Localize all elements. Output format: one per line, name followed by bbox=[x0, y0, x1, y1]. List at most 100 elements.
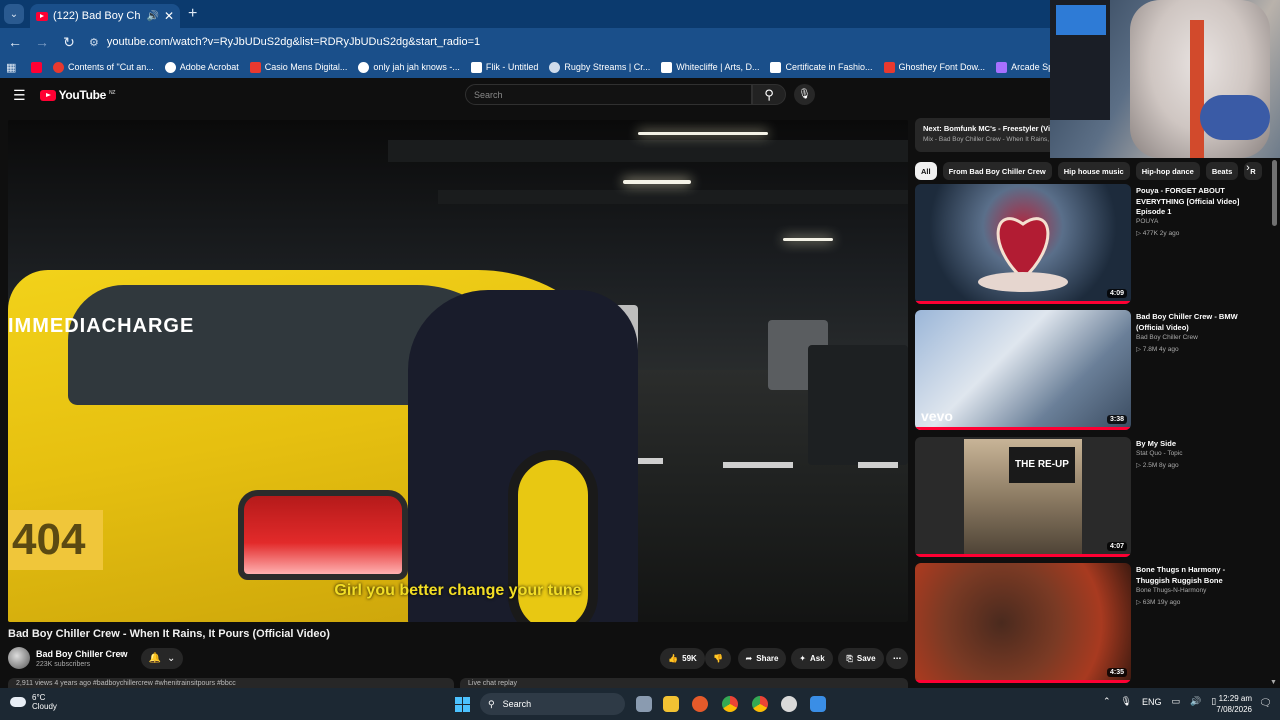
close-tab-icon[interactable]: ✕ bbox=[164, 9, 174, 23]
address-bar[interactable]: ⚙ youtube.com/watch?v=RyJbUDuS2dg&list=R… bbox=[89, 31, 1049, 53]
sidebar-scrollbar[interactable] bbox=[1272, 160, 1277, 226]
channel-row: Bad Boy Chiller Crew ✔ 223K subscribers … bbox=[8, 647, 908, 671]
bookmark-6[interactable]: Rugby Streams | Cr... bbox=[549, 61, 650, 73]
site-info-icon[interactable]: ⚙ bbox=[89, 36, 99, 49]
notification-bell-button[interactable]: 🔔 ⌄ bbox=[141, 648, 183, 669]
verified-icon: ✔ bbox=[119, 651, 125, 658]
recommendation-item[interactable]: 4:35 Bone Thugs n Harmony - Thuggish Rug… bbox=[915, 563, 1260, 683]
bookmark-9[interactable]: Ghosthey Font Dow... bbox=[883, 61, 985, 73]
brave-browser-icon[interactable] bbox=[692, 696, 708, 712]
duration-badge: 4:09 bbox=[1106, 289, 1127, 298]
chrome-profile-icon[interactable] bbox=[752, 696, 768, 712]
weather-widget[interactable]: 6°C Cloudy bbox=[10, 693, 57, 711]
youtube-header: ☰ YouTube NZ Search ⚲ 🎙 bbox=[0, 80, 1050, 110]
ceiling-light bbox=[638, 132, 768, 135]
chip-hip-house[interactable]: Hip house music bbox=[1057, 162, 1130, 180]
bookmark-8[interactable]: Certificate in Fashio... bbox=[770, 61, 873, 73]
search-input[interactable]: Search bbox=[465, 84, 752, 105]
task-view-icon[interactable] bbox=[636, 696, 652, 712]
dislike-button[interactable]: 👎 bbox=[705, 648, 731, 669]
recommendation-item[interactable]: 4:09 Pouya - FORGET ABOUT EVERYTHING [Of… bbox=[915, 184, 1260, 304]
recommendation-title: Bone Thugs n Harmony - Thuggish Ruggish … bbox=[1136, 565, 1226, 585]
chat-replay-box[interactable]: Live chat replay bbox=[460, 678, 908, 688]
video-thumbnail[interactable]: vevo 3:38 bbox=[915, 310, 1131, 430]
bell-icon: 🔔 bbox=[148, 653, 162, 664]
watch-progress bbox=[915, 427, 1131, 430]
chip-beats[interactable]: Beats bbox=[1205, 162, 1239, 180]
vevo-logo: vevo bbox=[921, 408, 953, 424]
bookmark-3[interactable]: Casio Mens Digital... bbox=[249, 61, 347, 73]
video-thumbnail[interactable]: THE RE-UP 4:07 bbox=[915, 437, 1131, 557]
chip-from-channel[interactable]: From Bad Boy Chiller Crew bbox=[942, 162, 1052, 180]
save-button[interactable]: ⎘ Save bbox=[838, 648, 884, 669]
recommendation-channel: POUYA bbox=[1136, 218, 1159, 225]
more-actions-button[interactable]: ⋯ bbox=[886, 648, 908, 669]
bookmark-2[interactable]: Adobe Acrobat bbox=[164, 61, 239, 73]
voice-search-button[interactable]: 🎙 bbox=[794, 84, 815, 105]
speaker-icon[interactable]: 🔊 bbox=[146, 11, 158, 22]
recommendation-item[interactable]: THE RE-UP 4:07 By My Side Stat Quo - Top… bbox=[915, 437, 1260, 557]
chip-all[interactable]: All bbox=[915, 162, 937, 180]
active-tab[interactable]: (122) Bad Boy Chiller Crew 🔊 ✕ bbox=[30, 4, 180, 28]
recommendation-meta: ▷ 2.5M 8y ago bbox=[1136, 462, 1179, 469]
ceiling-beam bbox=[388, 140, 908, 162]
menu-icon[interactable]: ☰ bbox=[13, 87, 26, 104]
ceiling-beam bbox=[438, 190, 908, 204]
system-tray: ⌃ 🎙 ENG ▭ 🔊 ▯ bbox=[1103, 696, 1216, 707]
share-icon: ➦ bbox=[745, 654, 753, 663]
video-thumbnail[interactable]: 4:09 bbox=[915, 184, 1131, 304]
webcam-screen bbox=[1056, 5, 1106, 35]
recommendation-channel: Stat Quo - Topic bbox=[1136, 450, 1183, 457]
clock-date: 7/08/2026 bbox=[1216, 705, 1252, 714]
back-icon[interactable]: ← bbox=[3, 34, 27, 50]
steam-icon[interactable] bbox=[781, 696, 797, 712]
chrome-icon[interactable] bbox=[722, 696, 738, 712]
bookmark-1[interactable]: Contents of "Cut an... bbox=[53, 61, 154, 73]
search-icon: ⚲ bbox=[764, 86, 774, 102]
new-tab-button[interactable]: + bbox=[188, 5, 197, 23]
ask-button[interactable]: ✦ Ask bbox=[791, 648, 833, 669]
chevron-up-icon[interactable]: ⌃ bbox=[1103, 696, 1111, 707]
bookmark-7[interactable]: Whitecliffe | Arts, D... bbox=[661, 61, 759, 73]
video-player[interactable]: 404 IMMEDIACHARGE Girl you better change… bbox=[8, 120, 908, 622]
description-box[interactable]: 2,911 views 4 years ago #badboychillercr… bbox=[8, 678, 454, 688]
channel-name[interactable]: Bad Boy Chiller Crew bbox=[36, 649, 128, 659]
bookmark-5[interactable]: Flik - Untitled bbox=[470, 61, 538, 73]
share-button[interactable]: ➦ Share bbox=[738, 648, 786, 669]
tab-search-button[interactable]: ⌄ bbox=[4, 4, 24, 24]
weather-description: Cloudy bbox=[32, 702, 57, 711]
volume-icon[interactable]: 🔊 bbox=[1190, 696, 1201, 707]
recommendation-meta: ▷ 63M 19y ago bbox=[1136, 599, 1181, 606]
channel-avatar[interactable] bbox=[8, 647, 30, 669]
windows-start-icon[interactable] bbox=[455, 697, 470, 712]
bookmark-label: only jah jah knows -... bbox=[373, 62, 460, 72]
video-thumbnail[interactable]: 4:35 bbox=[915, 563, 1131, 683]
network-icon[interactable]: ▭ bbox=[1172, 696, 1181, 707]
notifications-icon[interactable]: 🗨 bbox=[1259, 698, 1272, 709]
file-explorer-icon[interactable] bbox=[663, 696, 679, 712]
taskbar-search[interactable]: ⚲ Search bbox=[480, 693, 625, 715]
recommendation-item[interactable]: vevo 3:38 Bad Boy Chiller Crew - BMW (Of… bbox=[915, 310, 1260, 430]
bookmark-youtube[interactable] bbox=[31, 61, 42, 73]
language-indicator[interactable]: ENG bbox=[1142, 697, 1162, 707]
clock[interactable]: 12:29 am 7/08/2026 bbox=[1212, 693, 1252, 715]
duration-badge: 4:35 bbox=[1106, 668, 1127, 677]
recommendation-channel: Bad Boy Chiller Crew bbox=[1136, 334, 1198, 341]
chevron-right-icon[interactable]: › bbox=[1238, 162, 1258, 180]
next-in-mix-card[interactable]: Next: Bomfunk MC's - Freestyler (Video) … bbox=[915, 118, 1055, 152]
bookmark-4[interactable]: only jah jah knows -... bbox=[358, 61, 460, 73]
taskbar-search-label: Search bbox=[502, 699, 532, 709]
sparkle-icon: ✦ bbox=[799, 654, 806, 663]
reload-icon[interactable]: ↻ bbox=[57, 34, 81, 51]
scroll-down-icon[interactable]: ▼ bbox=[1270, 679, 1277, 686]
apps-grid-icon[interactable]: ▦ bbox=[6, 61, 20, 74]
youtube-logo[interactable]: YouTube NZ bbox=[39, 88, 115, 102]
like-button[interactable]: 👍 59K bbox=[660, 648, 705, 669]
forward-icon[interactable]: → bbox=[30, 34, 54, 50]
bookmark-favicon-icon bbox=[549, 61, 561, 73]
photos-icon[interactable] bbox=[810, 696, 826, 712]
chip-hip-hop-dance[interactable]: Hip-hop dance bbox=[1135, 162, 1200, 180]
search-button[interactable]: ⚲ bbox=[752, 84, 786, 105]
ceiling-light bbox=[623, 180, 691, 184]
microphone-tray-icon[interactable]: 🎙 bbox=[1121, 696, 1132, 707]
